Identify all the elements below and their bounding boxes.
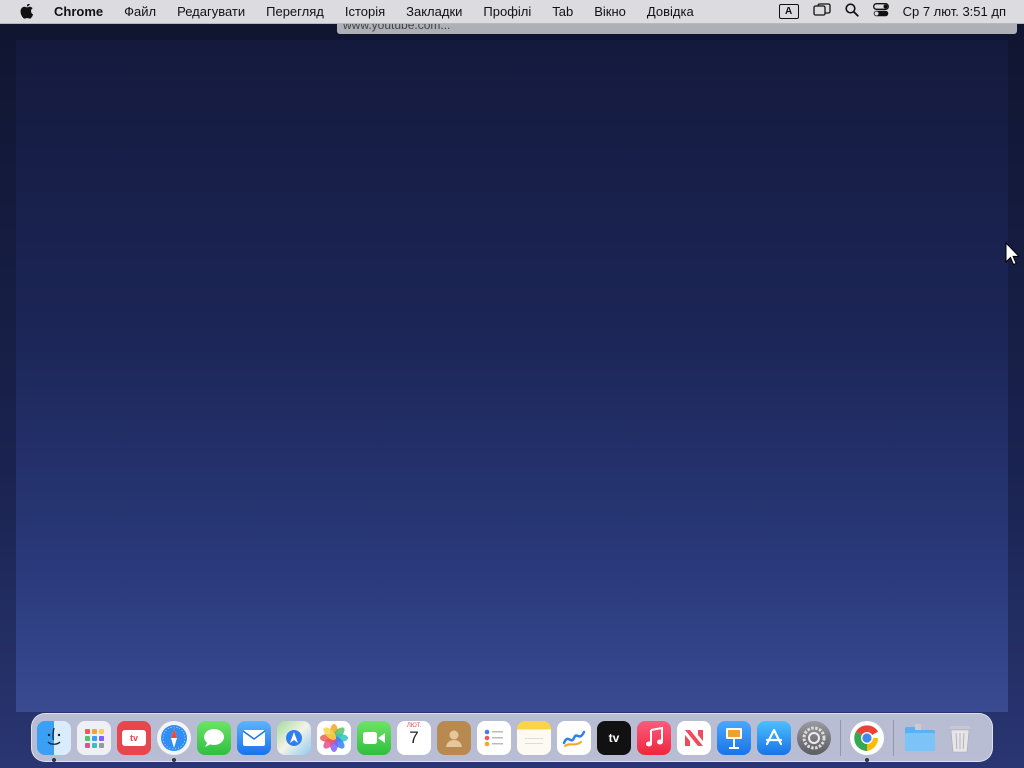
safari-icon[interactable] (157, 720, 191, 762)
menu-profiles[interactable]: Профілі (483, 4, 531, 19)
menu-bar: Chrome Файл Редагувати Перегляд Історія … (0, 0, 1024, 24)
tv-label: tv (122, 729, 146, 746)
menu-tab[interactable]: Tab (552, 4, 573, 19)
menu-edit[interactable]: Редагувати (177, 4, 245, 19)
mail-icon[interactable] (237, 720, 271, 755)
control-center-icon[interactable] (872, 3, 889, 20)
messages-icon[interactable] (197, 720, 231, 755)
maps-icon[interactable] (277, 720, 311, 755)
music-icon[interactable] (637, 720, 671, 755)
app-name-menu[interactable]: Chrome (54, 4, 103, 19)
running-indicator (865, 757, 869, 762)
menu-window[interactable]: Вікно (594, 4, 626, 19)
spotlight-search-icon[interactable] (844, 3, 859, 20)
dock: tv ЛЮТ. 7 tv (31, 713, 993, 762)
menu-bookmarks[interactable]: Закладки (406, 4, 462, 19)
screen-mirroring-icon[interactable] (812, 3, 831, 20)
photos-icon[interactable] (317, 720, 351, 755)
apple-tv-label: tv (608, 730, 620, 745)
launchpad-icon[interactable] (77, 720, 111, 755)
apple-menu-icon[interactable] (0, 3, 54, 20)
trash-icon[interactable] (943, 721, 977, 755)
contacts-icon[interactable] (437, 720, 471, 755)
input-source-indicator[interactable]: A (778, 4, 799, 19)
news-icon[interactable] (677, 720, 711, 755)
system-settings-icon[interactable] (797, 720, 831, 755)
chrome-icon[interactable] (850, 720, 884, 762)
finder-icon[interactable] (37, 720, 71, 762)
menu-bar-clock[interactable]: Ср 7 лют. 3:51 дп (903, 4, 1006, 19)
calendar-icon[interactable]: ЛЮТ. 7 (397, 720, 431, 755)
folder-icon[interactable] (903, 721, 937, 755)
browser-window-content[interactable] (16, 40, 1008, 712)
running-indicator (52, 757, 56, 762)
facetime-icon[interactable] (357, 720, 391, 755)
running-indicator (172, 757, 176, 762)
freeform-icon[interactable] (557, 720, 591, 755)
menu-view[interactable]: Перегляд (266, 4, 324, 19)
notes-icon[interactable] (517, 720, 551, 755)
dock-separator (840, 719, 841, 756)
reminders-icon[interactable] (477, 720, 511, 755)
tv-app-red-icon[interactable]: tv (117, 720, 151, 755)
keynote-icon[interactable] (717, 720, 751, 755)
dock-separator (893, 719, 894, 756)
mouse-pointer-icon (1005, 241, 1021, 271)
app-store-icon[interactable] (757, 720, 791, 755)
apple-tv-icon[interactable]: tv (597, 720, 631, 755)
menu-history[interactable]: Історія (345, 4, 385, 19)
calendar-day: 7 (409, 727, 419, 747)
menu-file[interactable]: Файл (124, 4, 156, 19)
menu-help[interactable]: Довідка (647, 4, 694, 19)
